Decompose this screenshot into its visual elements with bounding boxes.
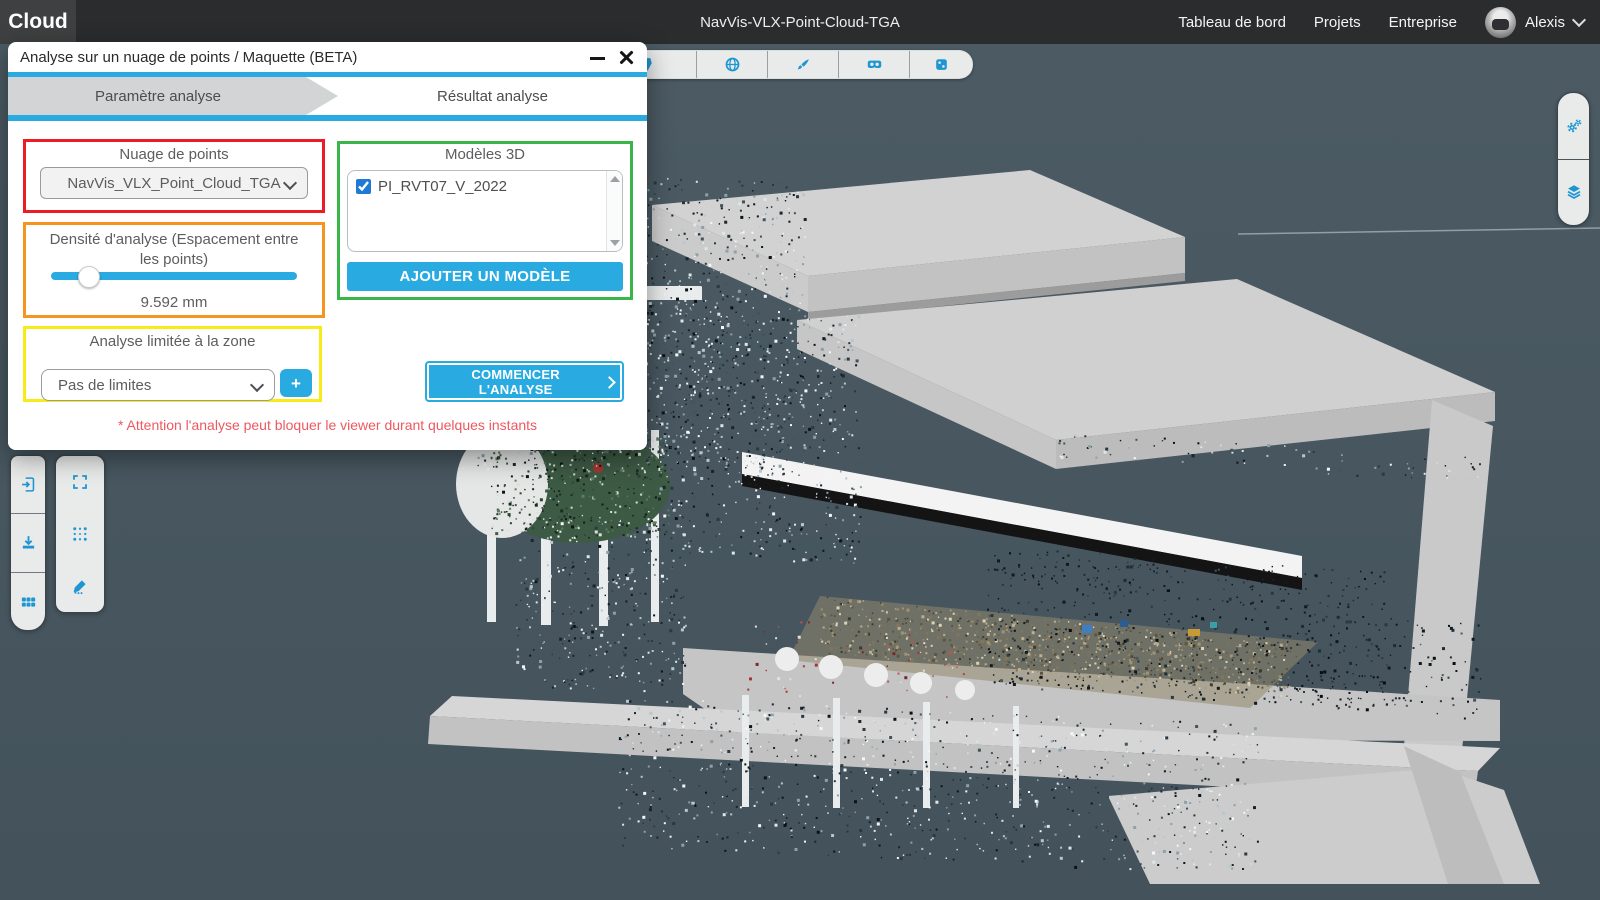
chevron-down-icon [1572, 13, 1586, 27]
nav-item-projects[interactable]: Projets [1314, 14, 1361, 31]
models-listbox: PI_RVT07_V_2022 [347, 170, 623, 252]
model-row: PI_RVT07_V_2022 [348, 171, 622, 195]
add-model-button[interactable]: AJOUTER UN MODÈLE [347, 262, 623, 291]
user-menu[interactable]: Alexis [1485, 7, 1584, 38]
left-tool-panel-a [10, 455, 46, 631]
close-icon[interactable] [618, 49, 635, 66]
dialog-titlebar: Analyse sur un nuage de points / Maquett… [8, 42, 647, 72]
main-nav: Tableau de bord Projets Entreprise Alexi… [1178, 0, 1584, 44]
right-tool-panel [1557, 92, 1590, 226]
toolbar-button-domino[interactable] [909, 51, 972, 78]
viewer-toolbar [598, 50, 973, 79]
tab-parameter-analysis[interactable] [8, 77, 338, 115]
file-export-icon [20, 476, 37, 493]
panel-button-file-export[interactable] [11, 456, 45, 513]
dialog-title: Analyse sur un nuage de points / Maquett… [20, 49, 357, 66]
user-name: Alexis [1525, 14, 1565, 31]
download-icon [20, 534, 37, 551]
zone-select[interactable]: Pas de limites [41, 369, 275, 401]
layers-icon [1565, 183, 1583, 201]
dialog-content: Nuage de points NavVis_VLX_Point_Cloud_T… [8, 121, 647, 450]
panel-button-measure-pen[interactable] [56, 560, 104, 612]
model-name: PI_RVT07_V_2022 [378, 178, 507, 195]
panel-button-point-grid[interactable] [56, 508, 104, 560]
point-grid-icon [71, 525, 89, 543]
panel-button-fullscreen[interactable] [56, 456, 104, 508]
density-slider[interactable] [51, 272, 297, 280]
fullscreen-icon [71, 473, 89, 491]
gears-icon [1565, 117, 1583, 135]
nav-item-company[interactable]: Entreprise [1389, 14, 1457, 31]
panel-button-grid[interactable] [11, 572, 45, 630]
toolbar-button-vr-headset[interactable] [838, 51, 909, 78]
panel-button-gears[interactable] [1558, 93, 1589, 159]
tab-result-analysis[interactable] [338, 77, 647, 115]
density-slider-thumb[interactable] [78, 266, 100, 288]
density-value: 9.592 mm [26, 294, 322, 311]
globe-icon [724, 56, 741, 73]
models-label: Modèles 3D [340, 146, 630, 163]
density-label: Densité d'analyse (Espacement entre les … [44, 230, 304, 270]
zone-fieldset: Analyse limitée à la zone Pas de limites… [23, 326, 322, 402]
toolbar-button-paintbrush[interactable] [767, 51, 838, 78]
model-checkbox[interactable] [356, 179, 371, 194]
warning-text: * Attention l'analyse peut bloquer le vi… [8, 417, 647, 433]
panel-button-download[interactable] [11, 513, 45, 571]
point-cloud-label: Nuage de points [26, 146, 322, 163]
measure-pen-icon [71, 577, 89, 595]
dialog-tabs: Paramètre analyse Résultat analyse [8, 77, 647, 115]
models-fieldset: Modèles 3D PI_RVT07_V_2022 AJOUTER UN MO… [337, 141, 633, 300]
listbox-scrollbar[interactable] [606, 171, 622, 251]
scroll-up-icon[interactable] [610, 176, 620, 182]
add-zone-button[interactable]: + [280, 369, 312, 397]
paintbrush-icon [795, 56, 812, 73]
toolbar-button-globe[interactable] [696, 51, 767, 78]
domino-icon [933, 56, 950, 73]
vr-headset-icon [866, 56, 883, 73]
start-analysis-button[interactable]: COMMENCER L'ANALYSE [427, 363, 622, 400]
point-cloud-select[interactable]: NavVis_VLX_Point_Cloud_TGA [40, 167, 308, 199]
grid-icon [20, 593, 37, 610]
point-cloud-fieldset: Nuage de points NavVis_VLX_Point_Cloud_T… [23, 139, 325, 213]
left-tool-panel-b [55, 455, 105, 613]
panel-button-layers[interactable] [1558, 159, 1589, 226]
brand-logo[interactable]: Cloud [0, 0, 76, 44]
minimize-icon[interactable] [590, 57, 605, 60]
scroll-down-icon[interactable] [610, 240, 620, 246]
nav-item-dashboard[interactable]: Tableau de bord [1178, 14, 1286, 31]
analysis-dialog: Analyse sur un nuage de points / Maquett… [8, 42, 647, 450]
start-analysis-label: COMMENCER L'ANALYSE [435, 367, 596, 397]
top-bar: Cloud NavVis-VLX-Point-Cloud-TGA Tableau… [0, 0, 1600, 44]
zone-label: Analyse limitée à la zone [26, 333, 319, 350]
avatar [1485, 7, 1516, 38]
density-fieldset: Densité d'analyse (Espacement entre les … [23, 222, 325, 318]
chevron-right-icon [603, 376, 616, 389]
